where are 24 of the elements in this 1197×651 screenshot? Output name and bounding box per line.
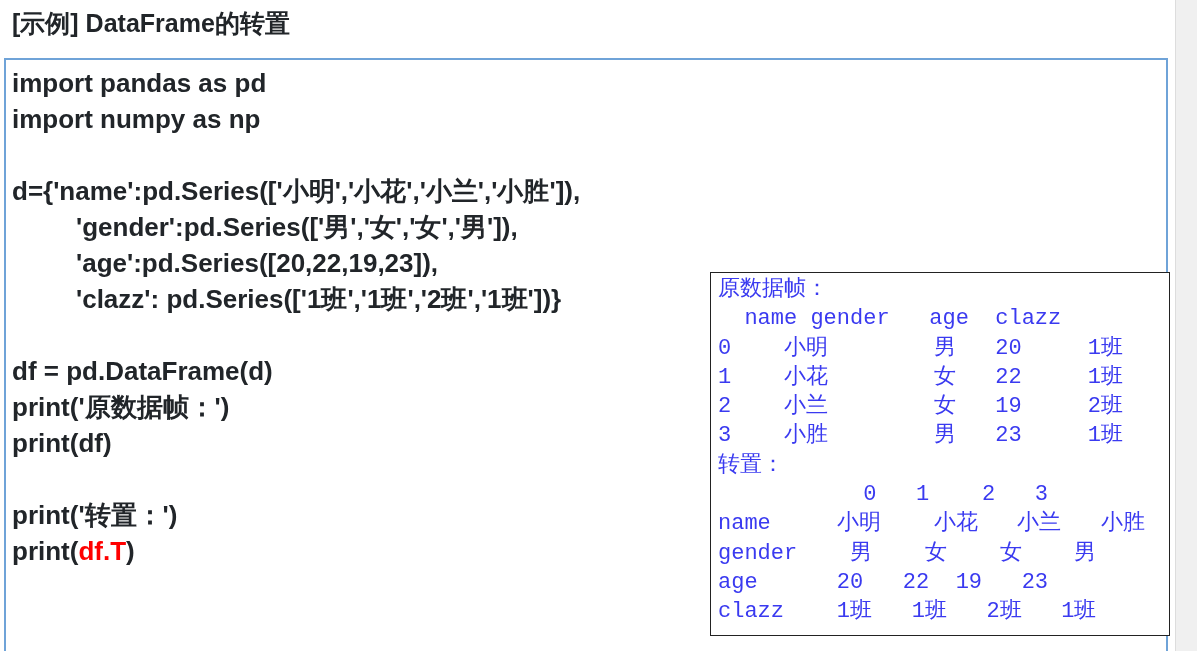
code-line: print(df.T): [12, 535, 135, 568]
code-line: 'gender':pd.Series(['男','女','女','男']),: [76, 211, 518, 244]
output-line: clazz 1班 1班 2班 1班: [718, 598, 1097, 627]
output-line: 1 小花 女 22 1班: [718, 363, 1123, 392]
output-line: 3 小胜 男 23 1班: [718, 422, 1123, 451]
code-line: d={'name':pd.Series(['小明','小花','小兰','小胜']),: [12, 175, 581, 208]
output-line: gender 男 女 女 男: [718, 539, 1097, 568]
code-line: print('原数据帧：'): [12, 391, 230, 424]
code-line: print('转置：'): [12, 499, 178, 532]
output-line: 原数据帧：: [718, 276, 828, 304]
slide-title: [示例] DataFrame的转置: [11, 8, 291, 39]
output-line: name 小明 小花 小兰 小胜: [718, 509, 1145, 539]
output-line: name gender age clazz: [743, 305, 1062, 334]
output-line: age 20 22 19 23: [718, 568, 1049, 597]
output-line: 2 小兰 女 19 2班: [718, 392, 1123, 422]
output-line: 0 小明 男 20 1班: [718, 334, 1123, 363]
code-line: 'clazz': pd.Series(['1班','1班','2班','1班'])}: [76, 283, 562, 316]
code-line: df = pd.DataFrame(d): [12, 355, 273, 388]
code-line: print(df): [12, 427, 112, 460]
code-line: import pandas as pd: [12, 67, 267, 100]
code-line: import numpy as np: [12, 103, 261, 136]
code-line: 'age':pd.Series([20,22,19,23]),: [76, 247, 439, 280]
output-line: 转置：: [718, 451, 784, 480]
output-line: 0 1 2 3: [862, 481, 1049, 510]
